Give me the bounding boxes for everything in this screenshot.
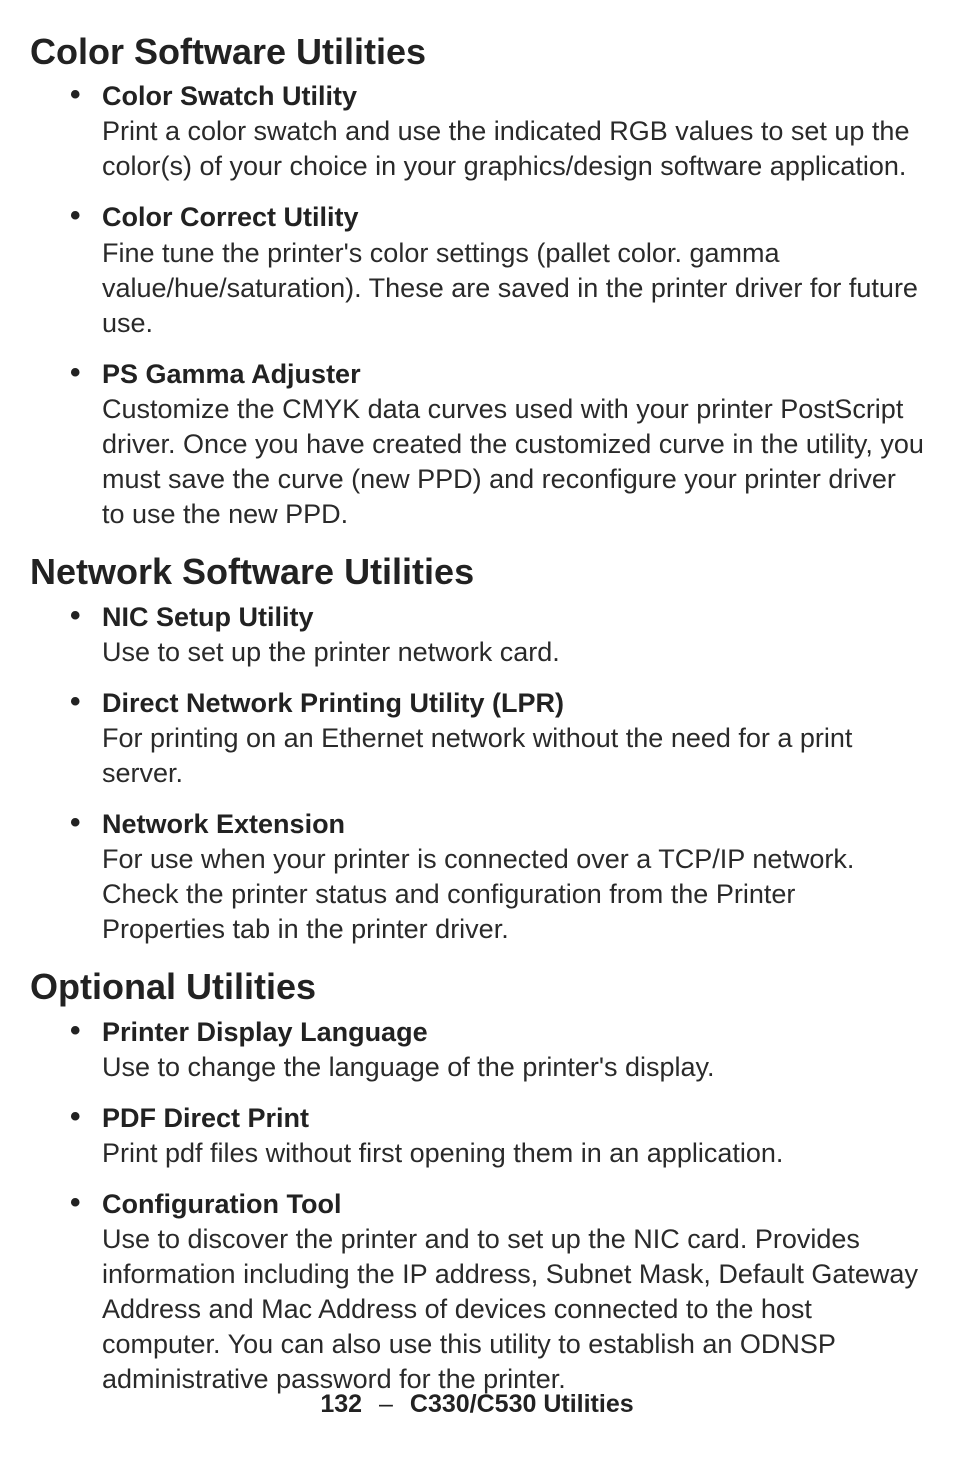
item-title: Printer Display Language [102, 1015, 924, 1050]
section-heading-color-software: Color Software Utilities [30, 30, 924, 73]
item-body: For printing on an Ethernet network with… [102, 721, 924, 791]
item-title: Configuration Tool [102, 1187, 924, 1222]
list-item: Direct Network Printing Utility (LPR) Fo… [102, 686, 924, 791]
list-item: Configuration Tool Use to discover the p… [102, 1187, 924, 1398]
item-title: Color Correct Utility [102, 200, 924, 235]
item-body: Customize the CMYK data curves used with… [102, 392, 924, 532]
item-body: Fine tune the printer's color settings (… [102, 236, 924, 341]
page-footer: 132 – C330/C530 Utilities [0, 1390, 954, 1419]
item-body: For use when your printer is connected o… [102, 842, 924, 947]
list-item: PS Gamma Adjuster Customize the CMYK dat… [102, 357, 924, 532]
item-title: Network Extension [102, 807, 924, 842]
footer-section-label: C330/C530 Utilities [410, 1390, 634, 1418]
section-heading-network-software: Network Software Utilities [30, 550, 924, 593]
item-body: Use to discover the printer and to set u… [102, 1222, 924, 1397]
list-network-software: NIC Setup Utility Use to set up the prin… [30, 600, 924, 948]
item-title: NIC Setup Utility [102, 600, 924, 635]
list-item: Printer Display Language Use to change t… [102, 1015, 924, 1085]
section-heading-optional-utilities: Optional Utilities [30, 965, 924, 1008]
item-body: Print pdf files without first opening th… [102, 1136, 924, 1171]
item-title: PDF Direct Print [102, 1101, 924, 1136]
list-item: Color Correct Utility Fine tune the prin… [102, 200, 924, 340]
footer-separator: – [369, 1390, 403, 1418]
item-body: Use to set up the printer network card. [102, 635, 924, 670]
item-title: PS Gamma Adjuster [102, 357, 924, 392]
list-optional-utilities: Printer Display Language Use to change t… [30, 1015, 924, 1398]
item-body: Print a color swatch and use the indicat… [102, 114, 924, 184]
item-body: Use to change the language of the printe… [102, 1050, 924, 1085]
item-title: Color Swatch Utility [102, 79, 924, 114]
list-item: NIC Setup Utility Use to set up the prin… [102, 600, 924, 670]
page-number: 132 [320, 1390, 362, 1418]
item-title: Direct Network Printing Utility (LPR) [102, 686, 924, 721]
list-item: Network Extension For use when your prin… [102, 807, 924, 947]
list-color-software: Color Swatch Utility Print a color swatc… [30, 79, 924, 532]
list-item: PDF Direct Print Print pdf files without… [102, 1101, 924, 1171]
page-container: Color Software Utilities Color Swatch Ut… [0, 0, 954, 1475]
list-item: Color Swatch Utility Print a color swatc… [102, 79, 924, 184]
